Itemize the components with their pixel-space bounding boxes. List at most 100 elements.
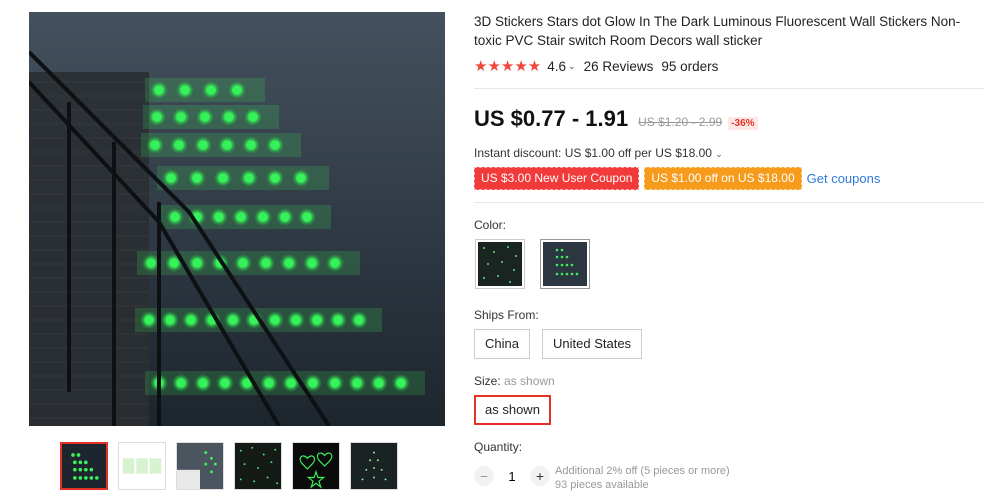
- thumbnail-stairs-glow[interactable]: [60, 442, 108, 490]
- quantity-label: Quantity:: [474, 440, 523, 454]
- glow-dot: [144, 315, 154, 325]
- size-option-as-shown[interactable]: as shown: [474, 395, 551, 425]
- glow-dot: [246, 140, 256, 150]
- color-swatch-dots[interactable]: [475, 239, 525, 289]
- glow-dot: [270, 140, 280, 150]
- thumbnail-sticker-sheet[interactable]: [118, 442, 166, 490]
- thumbnail-dots-wall[interactable]: [234, 442, 282, 490]
- instant-discount-text: Instant discount: US $1.00 off per US $1…: [474, 146, 712, 160]
- quantity-minus-button[interactable]: −: [474, 466, 494, 486]
- discount-badge: -36%: [728, 117, 758, 130]
- glow-dot: [270, 173, 280, 183]
- glow-dot: [206, 85, 216, 95]
- glow-dot: [248, 112, 258, 122]
- chevron-down-icon: ⌄: [715, 149, 723, 159]
- rating-row: ★★★★★ 4.6 ⌄ 26 Reviews 95 orders: [474, 55, 984, 77]
- glow-dot: [312, 315, 322, 325]
- instant-discount[interactable]: Instant discount: US $1.00 off per US $1…: [474, 146, 723, 160]
- store-coupon[interactable]: US $1.00 off on US $18.00: [644, 167, 802, 190]
- quantity-plus-button[interactable]: +: [530, 466, 550, 486]
- glow-dot: [238, 258, 248, 268]
- glow-dot: [200, 112, 210, 122]
- pieces-available: 93 pieces available: [555, 479, 649, 491]
- ships-from-china[interactable]: China: [474, 329, 530, 359]
- ships-from-label: Ships From:: [474, 308, 539, 322]
- thumbnail-star-tree[interactable]: [350, 442, 398, 490]
- glow-dot: [224, 112, 234, 122]
- price-row: US $0.77 - 1.91 US $1.20 - 2.99 -36%: [474, 106, 758, 132]
- coupons-row: US $3.00 New User Coupon US $1.00 off on…: [474, 167, 880, 190]
- glow-dot: [146, 258, 156, 268]
- glow-dot: [176, 378, 186, 388]
- current-price: US $0.77 - 1.91: [474, 106, 629, 131]
- glow-dot: [354, 315, 364, 325]
- glow-dot: [236, 212, 246, 222]
- rating-value[interactable]: 4.6: [547, 59, 566, 74]
- orders-count: 95 orders: [661, 58, 719, 74]
- glow-dot: [396, 378, 406, 388]
- glow-dot: [330, 378, 340, 388]
- original-price: US $1.20 - 2.99: [638, 115, 723, 129]
- main-product-image[interactable]: [29, 12, 445, 426]
- glow-dot: [232, 85, 242, 95]
- glow-dot: [222, 140, 232, 150]
- bulk-discount-note: Additional 2% off (5 pieces or more): [555, 465, 730, 477]
- glowing-stairs-illustration: [29, 12, 445, 426]
- glow-dot: [174, 140, 184, 150]
- glow-dot: [150, 140, 160, 150]
- glow-dot: [286, 378, 296, 388]
- ships-from-united-states[interactable]: United States: [542, 329, 643, 359]
- thumbnail-gallery: [60, 442, 398, 490]
- glow-dot: [154, 85, 164, 95]
- product-info: 3D Stickers Stars dot Glow In The Dark L…: [474, 12, 984, 77]
- glow-dot: [176, 112, 186, 122]
- glow-dot: [261, 258, 271, 268]
- glow-dot: [186, 315, 196, 325]
- glow-dot: [330, 258, 340, 268]
- glow-dot: [169, 258, 179, 268]
- divider: [474, 88, 984, 89]
- glow-dot: [333, 315, 343, 325]
- glow-dot: [258, 212, 268, 222]
- glow-dot: [280, 212, 290, 222]
- size-label-text: Size:: [474, 374, 501, 388]
- glow-dot: [270, 315, 280, 325]
- glow-dot: [165, 315, 175, 325]
- glow-dot: [220, 378, 230, 388]
- thumbnail-stairs-room[interactable]: [176, 442, 224, 490]
- glow-dot: [308, 378, 318, 388]
- glow-dot: [152, 112, 162, 122]
- glow-dot: [352, 378, 362, 388]
- reviews-link[interactable]: 26 Reviews: [584, 59, 654, 74]
- rating-stars: ★★★★★: [474, 58, 542, 75]
- glow-dot: [218, 173, 228, 183]
- size-selected-hint: as shown: [504, 374, 555, 388]
- glow-dot: [192, 173, 202, 183]
- color-swatch-stairs[interactable]: [540, 239, 590, 289]
- color-label: Color:: [474, 218, 507, 232]
- get-coupons-link[interactable]: Get coupons: [807, 171, 881, 186]
- glow-dot: [244, 173, 254, 183]
- glow-dot: [264, 378, 274, 388]
- glow-dot: [214, 212, 224, 222]
- glow-dot: [284, 258, 294, 268]
- quantity-input[interactable]: [494, 467, 530, 485]
- glow-dot: [296, 173, 306, 183]
- quantity-note: Additional 2% off (5 pieces or more) 93 …: [555, 464, 730, 492]
- glow-dot: [166, 173, 176, 183]
- glow-dot: [192, 258, 202, 268]
- new-user-coupon[interactable]: US $3.00 New User Coupon: [474, 167, 640, 190]
- glow-dot: [198, 140, 208, 150]
- size-label: Size: as shown: [474, 374, 555, 388]
- product-title: 3D Stickers Stars dot Glow In The Dark L…: [474, 14, 961, 48]
- chevron-down-icon[interactable]: ⌄: [568, 61, 576, 72]
- glow-dot: [228, 315, 238, 325]
- thumbnail-heart-star-shapes[interactable]: [292, 442, 340, 490]
- glow-dot: [307, 258, 317, 268]
- glow-dot: [374, 378, 384, 388]
- divider: [474, 202, 984, 203]
- glow-dot: [180, 85, 190, 95]
- quantity-stepper: − +: [474, 466, 550, 486]
- glow-dot: [170, 212, 180, 222]
- glow-dot: [302, 212, 312, 222]
